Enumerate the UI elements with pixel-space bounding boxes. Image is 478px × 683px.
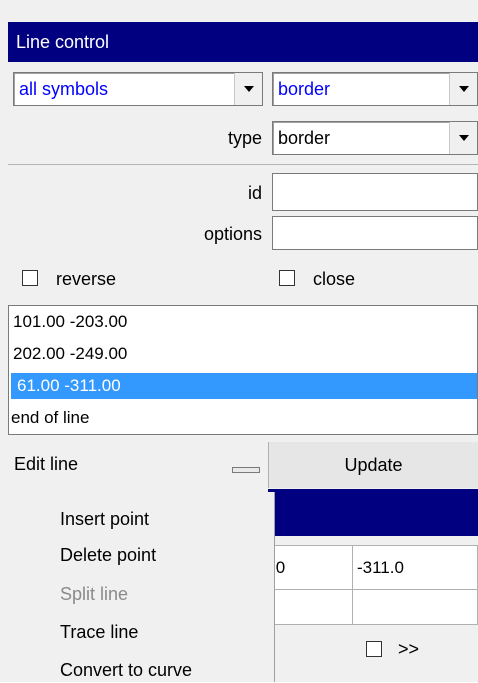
menu-item-trace-line[interactable]: Trace line xyxy=(60,619,138,645)
type-value: border xyxy=(278,128,331,148)
id-field[interactable] xyxy=(272,173,478,211)
menu-item-convert-to-curve[interactable]: Convert to curve xyxy=(60,657,192,683)
edit-line-label: Edit line xyxy=(14,454,79,474)
close-checkbox[interactable] xyxy=(279,270,295,286)
category-dropdown[interactable]: border xyxy=(272,72,478,106)
close-label: close xyxy=(313,269,356,289)
list-item[interactable]: 202.00 -249.00 xyxy=(11,341,477,367)
edit-line-menu-button[interactable]: Edit line xyxy=(8,442,268,488)
options-field[interactable] xyxy=(272,216,478,250)
coordinates-header xyxy=(268,489,478,536)
more-checkbox[interactable] xyxy=(366,641,382,657)
divider xyxy=(8,164,478,165)
reverse-label: reverse xyxy=(56,269,117,289)
more-toggle-label: >> xyxy=(398,639,420,659)
edit-line-menu: Insert point Delete point Split line Tra… xyxy=(8,492,275,682)
symbol-filter-dropdown[interactable]: all symbols xyxy=(13,72,263,106)
menu-item-split-line: Split line xyxy=(60,584,129,604)
options-label: options xyxy=(203,224,262,244)
empty-cell[interactable] xyxy=(266,589,353,625)
chevron-down-icon[interactable] xyxy=(449,73,477,105)
window-title: Line control xyxy=(8,22,478,62)
line-control-window: Line control all symbols border type bor… xyxy=(0,0,478,682)
list-item-selected[interactable]: 61.00 -311.00 xyxy=(11,373,477,399)
menu-item-insert-point[interactable]: Insert point xyxy=(60,506,149,532)
list-item[interactable]: end of line xyxy=(9,405,475,431)
type-label: type xyxy=(227,128,262,148)
chevron-down-icon[interactable] xyxy=(234,73,262,105)
id-label: id xyxy=(247,183,262,203)
menu-item-delete-point[interactable]: Delete point xyxy=(60,542,156,568)
reverse-checkbox[interactable] xyxy=(22,270,38,286)
list-item[interactable]: 101.00 -203.00 xyxy=(11,309,477,335)
option-menu-indicator-icon xyxy=(232,467,260,473)
category-value: border xyxy=(278,79,331,99)
symbol-filter-value: all symbols xyxy=(19,79,109,99)
x-coordinate-field[interactable]: .0 xyxy=(266,545,353,590)
type-dropdown[interactable]: border xyxy=(272,121,478,155)
points-list[interactable]: 101.00 -203.00 202.00 -249.00 61.00 -311… xyxy=(8,305,478,435)
y-coordinate-field[interactable]: -311.0 xyxy=(352,545,478,590)
update-button[interactable]: Update xyxy=(268,442,478,488)
empty-cell[interactable] xyxy=(352,589,478,625)
chevron-down-icon[interactable] xyxy=(449,122,477,154)
